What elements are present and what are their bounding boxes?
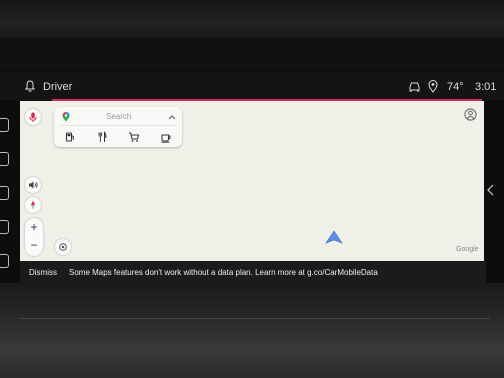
voice-assistant-button[interactable]: [25, 109, 41, 125]
speaker-icon: [29, 181, 38, 189]
google-maps-pin-icon: [62, 112, 70, 122]
clock: 3:01: [475, 81, 497, 93]
recenter-icon: [59, 243, 67, 251]
account-icon[interactable]: [464, 108, 477, 121]
profile-name[interactable]: Driver: [43, 81, 72, 93]
zoom-in-button[interactable]: +: [25, 220, 43, 234]
microphone-icon: [29, 112, 37, 122]
restaurant-icon[interactable]: [96, 131, 108, 143]
search-divider: [60, 125, 176, 126]
recenter-button[interactable]: [55, 239, 71, 255]
trim-line: [20, 318, 490, 319]
gas-station-icon[interactable]: [64, 131, 76, 143]
chevron-left-icon[interactable]: [487, 184, 494, 196]
dashboard-bezel-bottom: [0, 283, 504, 378]
outside-temperature: 74°: [447, 81, 464, 93]
zoom-out-button[interactable]: −: [25, 238, 43, 252]
edge-app-icon-2[interactable]: [0, 152, 9, 166]
current-location-arrow-icon: [325, 230, 343, 244]
compass-button[interactable]: [25, 197, 41, 213]
search-card: Search: [54, 107, 182, 147]
zoom-control: + −: [25, 218, 43, 256]
dismiss-button[interactable]: Dismiss: [29, 268, 57, 277]
edge-app-icon-3[interactable]: [0, 186, 9, 200]
location-pin-icon: [428, 80, 438, 93]
data-plan-notice: Dismiss Some Maps features don't work wi…: [20, 261, 486, 283]
notice-message: Some Maps features don't work without a …: [69, 268, 378, 277]
edge-app-icon-1[interactable]: [0, 118, 9, 132]
car-icon: [409, 82, 420, 92]
status-bar: Driver 74° 3:01: [0, 72, 504, 100]
grocery-icon[interactable]: [128, 131, 140, 143]
search-input[interactable]: Search: [106, 112, 131, 121]
coffee-icon[interactable]: [160, 131, 172, 143]
edge-app-icon-5[interactable]: [0, 254, 9, 268]
chevron-up-icon[interactable]: [168, 114, 176, 120]
compass-icon: [31, 200, 35, 210]
dashboard-bezel-top: [0, 0, 504, 38]
google-attribution: Google: [456, 246, 479, 253]
notification-bell-icon[interactable]: [24, 80, 36, 92]
edge-app-icon-4[interactable]: [0, 220, 9, 234]
audio-guidance-button[interactable]: [25, 177, 41, 193]
